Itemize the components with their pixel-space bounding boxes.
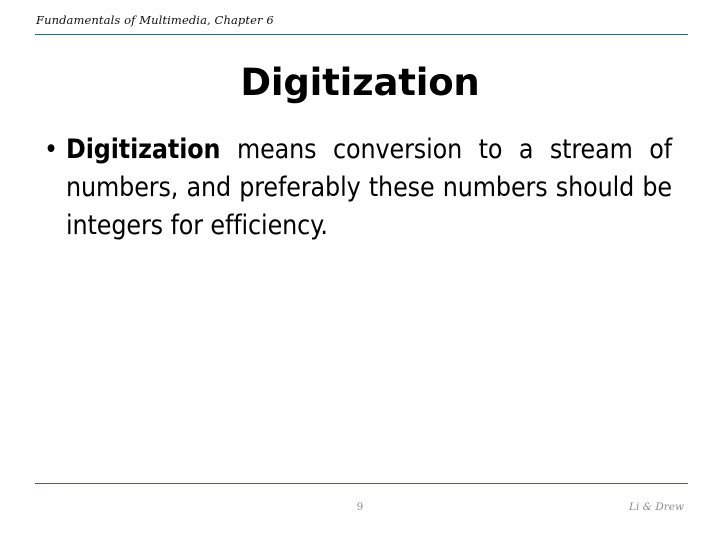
page-title: Digitization (240, 61, 480, 104)
slide-header: Fundamentals of Multimedia, Chapter 6 (36, 13, 676, 31)
slide-body: • Digitization means conversion to a stre… (36, 131, 672, 245)
footer-credit: Li & Drew (629, 501, 684, 513)
page-number: 9 (356, 501, 364, 513)
bullet-lead-term: Digitization (66, 134, 221, 165)
header-title-text: Fundamentals of Multimedia, Chapter 6 (36, 13, 274, 27)
slide-canvas: Fundamentals of Multimedia, Chapter 6 Di… (0, 0, 720, 540)
header-divider (35, 34, 688, 35)
list-item: • Digitization means conversion to a stre… (36, 131, 672, 245)
bullet-dot-icon: • (44, 134, 58, 165)
footer-divider (35, 483, 688, 484)
